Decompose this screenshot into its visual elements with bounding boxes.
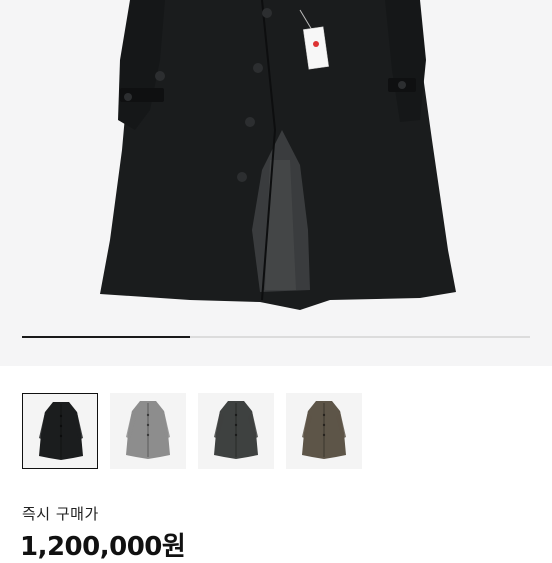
coat-image: [100, 0, 456, 310]
coat-icon: [214, 401, 258, 459]
thumbnail-grey-coat[interactable]: [110, 393, 186, 469]
product-main-image[interactable]: [0, 0, 552, 366]
coat-icon: [39, 402, 83, 460]
instant-buy-price-label: 즉시 구매가: [22, 505, 99, 523]
instant-buy-price: 1,200,000원: [20, 532, 186, 562]
thumbnail-black-coat[interactable]: [22, 393, 98, 469]
thumbnail-brown-coat[interactable]: [286, 393, 362, 469]
coat-icon: [302, 401, 346, 459]
thumbnail-charcoal-coat[interactable]: [198, 393, 274, 469]
carousel-progress-fill: [22, 336, 190, 338]
carousel-progress-bar: [22, 336, 530, 338]
coat-icon: [126, 401, 170, 459]
